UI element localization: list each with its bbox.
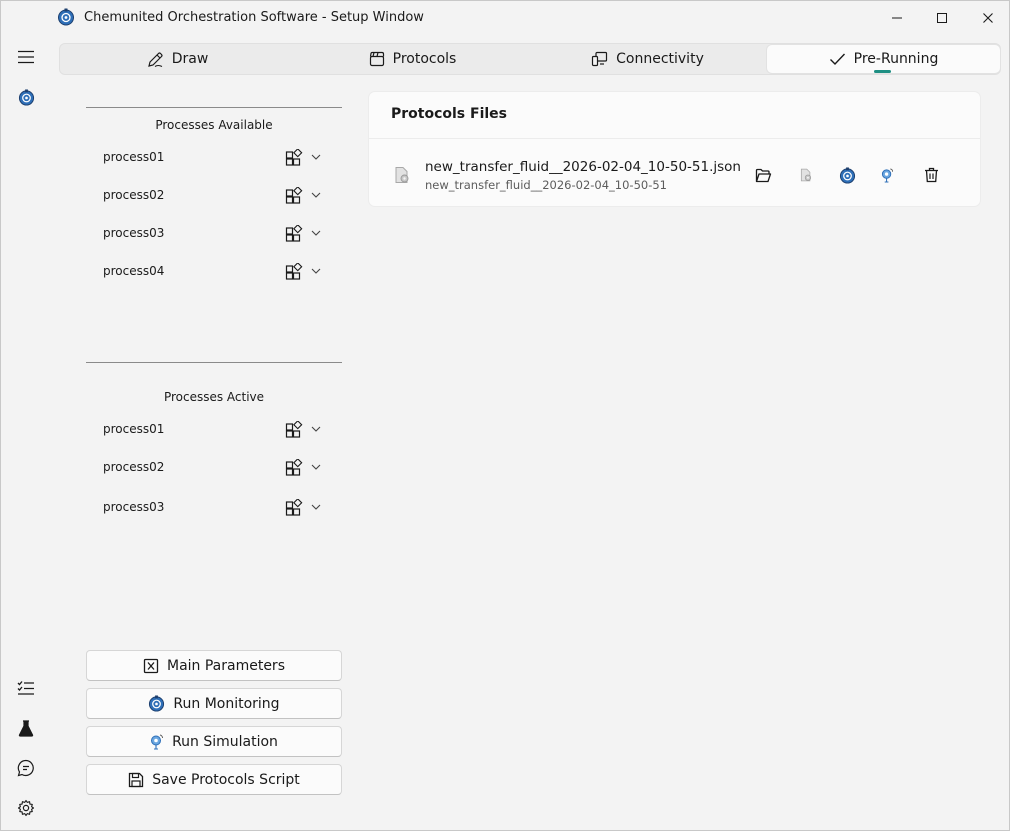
chevron-down-icon[interactable] <box>310 265 322 277</box>
tab-protocols-label: Protocols <box>392 51 457 67</box>
window-title: Chemunited Orchestration Software - Setu… <box>84 10 424 25</box>
apps-add-icon[interactable] <box>285 149 303 167</box>
delete-icon <box>924 167 938 183</box>
run-monitoring-label: Run Monitoring <box>173 695 280 712</box>
maximize-button[interactable] <box>919 1 965 35</box>
gear-icon <box>17 799 35 817</box>
tab-bar: Draw Protocols Connectivity Pre-Running <box>59 43 1001 75</box>
save-protocols-script-label: Save Protocols Script <box>152 771 300 788</box>
selected-tab-indicator <box>874 70 891 73</box>
active-divider <box>86 362 342 363</box>
active-process-row[interactable]: process02 <box>86 453 342 483</box>
close-button[interactable] <box>965 1 1010 35</box>
delete-file-button[interactable] <box>919 163 943 187</box>
chat-button[interactable] <box>9 753 43 783</box>
monitoring-icon <box>839 166 855 184</box>
rail-home-button[interactable] <box>9 82 43 112</box>
chevron-down-icon[interactable] <box>310 461 322 473</box>
available-divider <box>86 107 342 108</box>
task-list-button[interactable] <box>9 673 43 703</box>
file-name[interactable]: new_transfer_fluid__2026-02-04_10-50-51.… <box>425 159 741 175</box>
minimize-icon <box>892 17 902 19</box>
tab-protocols[interactable]: Protocols <box>295 44 530 74</box>
available-process-row[interactable]: process04 <box>86 257 342 287</box>
open-folder-button[interactable] <box>751 163 775 187</box>
open-folder-icon <box>755 168 771 182</box>
chevron-down-icon[interactable] <box>310 501 322 513</box>
available-process-row[interactable]: process01 <box>86 143 342 173</box>
task-list-icon <box>17 681 34 695</box>
process-label: process04 <box>103 264 165 278</box>
minimize-button[interactable] <box>874 1 920 35</box>
tab-pre-running-label: Pre-Running <box>853 51 939 67</box>
simulation-icon <box>151 734 164 750</box>
monitoring-icon <box>149 695 165 712</box>
tab-connectivity[interactable]: Connectivity <box>530 44 765 74</box>
chevron-down-icon[interactable] <box>310 189 322 201</box>
chevron-down-icon[interactable] <box>310 423 322 435</box>
title-bar: Chemunited Orchestration Software - Setu… <box>1 1 1009 35</box>
menu-icon <box>18 50 34 64</box>
available-process-row[interactable]: process02 <box>86 181 342 211</box>
main-parameters-button[interactable]: Main Parameters <box>86 650 342 681</box>
process-label: process02 <box>103 188 165 202</box>
file-run-simulation-button[interactable] <box>875 163 899 187</box>
devices-icon <box>592 51 608 67</box>
run-simulation-label: Run Simulation <box>172 733 278 750</box>
menu-button[interactable] <box>9 42 43 72</box>
maximize-icon <box>937 13 947 23</box>
processes-available-header: Processes Available <box>155 118 273 132</box>
simulation-icon <box>881 168 893 183</box>
file-run-monitoring-button[interactable] <box>835 163 859 187</box>
setup-window: Chemunited Orchestration Software - Setu… <box>0 0 1010 831</box>
process-label: process03 <box>103 500 165 514</box>
apps-add-icon[interactable] <box>285 499 303 517</box>
apps-add-icon[interactable] <box>285 225 303 243</box>
apps-add-icon[interactable] <box>285 263 303 281</box>
apps-add-icon[interactable] <box>285 187 303 205</box>
card-separator <box>369 138 980 139</box>
run-monitoring-button[interactable]: Run Monitoring <box>86 688 342 719</box>
app-logo-icon <box>58 8 74 26</box>
process-label: process03 <box>103 226 165 240</box>
flask-icon <box>18 719 34 737</box>
process-label: process01 <box>103 422 165 436</box>
file-settings-icon <box>800 168 812 182</box>
apps-add-icon[interactable] <box>285 421 303 439</box>
processes-active-header: Processes Active <box>163 390 265 404</box>
active-process-row[interactable]: process03 <box>86 493 342 523</box>
close-icon <box>983 13 993 23</box>
file-settings-icon <box>395 167 409 183</box>
file-settings-button[interactable] <box>794 163 818 187</box>
settings-button[interactable] <box>9 793 43 823</box>
save-icon <box>129 772 144 787</box>
clapperboard-icon <box>369 51 384 67</box>
protocols-files-card: Protocols Files new_transfer_fluid__2026… <box>368 91 981 207</box>
run-simulation-button[interactable]: Run Simulation <box>86 726 342 757</box>
process-label: process01 <box>103 150 165 164</box>
app-logo-icon <box>18 88 34 106</box>
flask-button[interactable] <box>9 713 43 743</box>
process-label: process02 <box>103 460 165 474</box>
tab-connectivity-label: Connectivity <box>616 51 704 67</box>
checkmark-icon <box>829 53 845 66</box>
file-subtitle: new_transfer_fluid__2026-02-04_10-50-51 <box>425 178 667 192</box>
protocols-files-title: Protocols Files <box>391 106 508 122</box>
available-process-row[interactable]: process03 <box>86 219 342 249</box>
save-protocols-script-button[interactable]: Save Protocols Script <box>86 764 342 795</box>
active-process-row[interactable]: process01 <box>86 415 342 445</box>
chevron-down-icon[interactable] <box>310 227 322 239</box>
main-parameters-label: Main Parameters <box>166 657 285 674</box>
tab-draw[interactable]: Draw <box>60 44 295 74</box>
apps-add-icon[interactable] <box>285 459 303 477</box>
chat-icon <box>17 759 34 777</box>
variable-icon <box>143 658 159 673</box>
chevron-down-icon[interactable] <box>310 151 322 163</box>
tab-draw-label: Draw <box>171 51 209 67</box>
pen-icon <box>147 51 163 67</box>
